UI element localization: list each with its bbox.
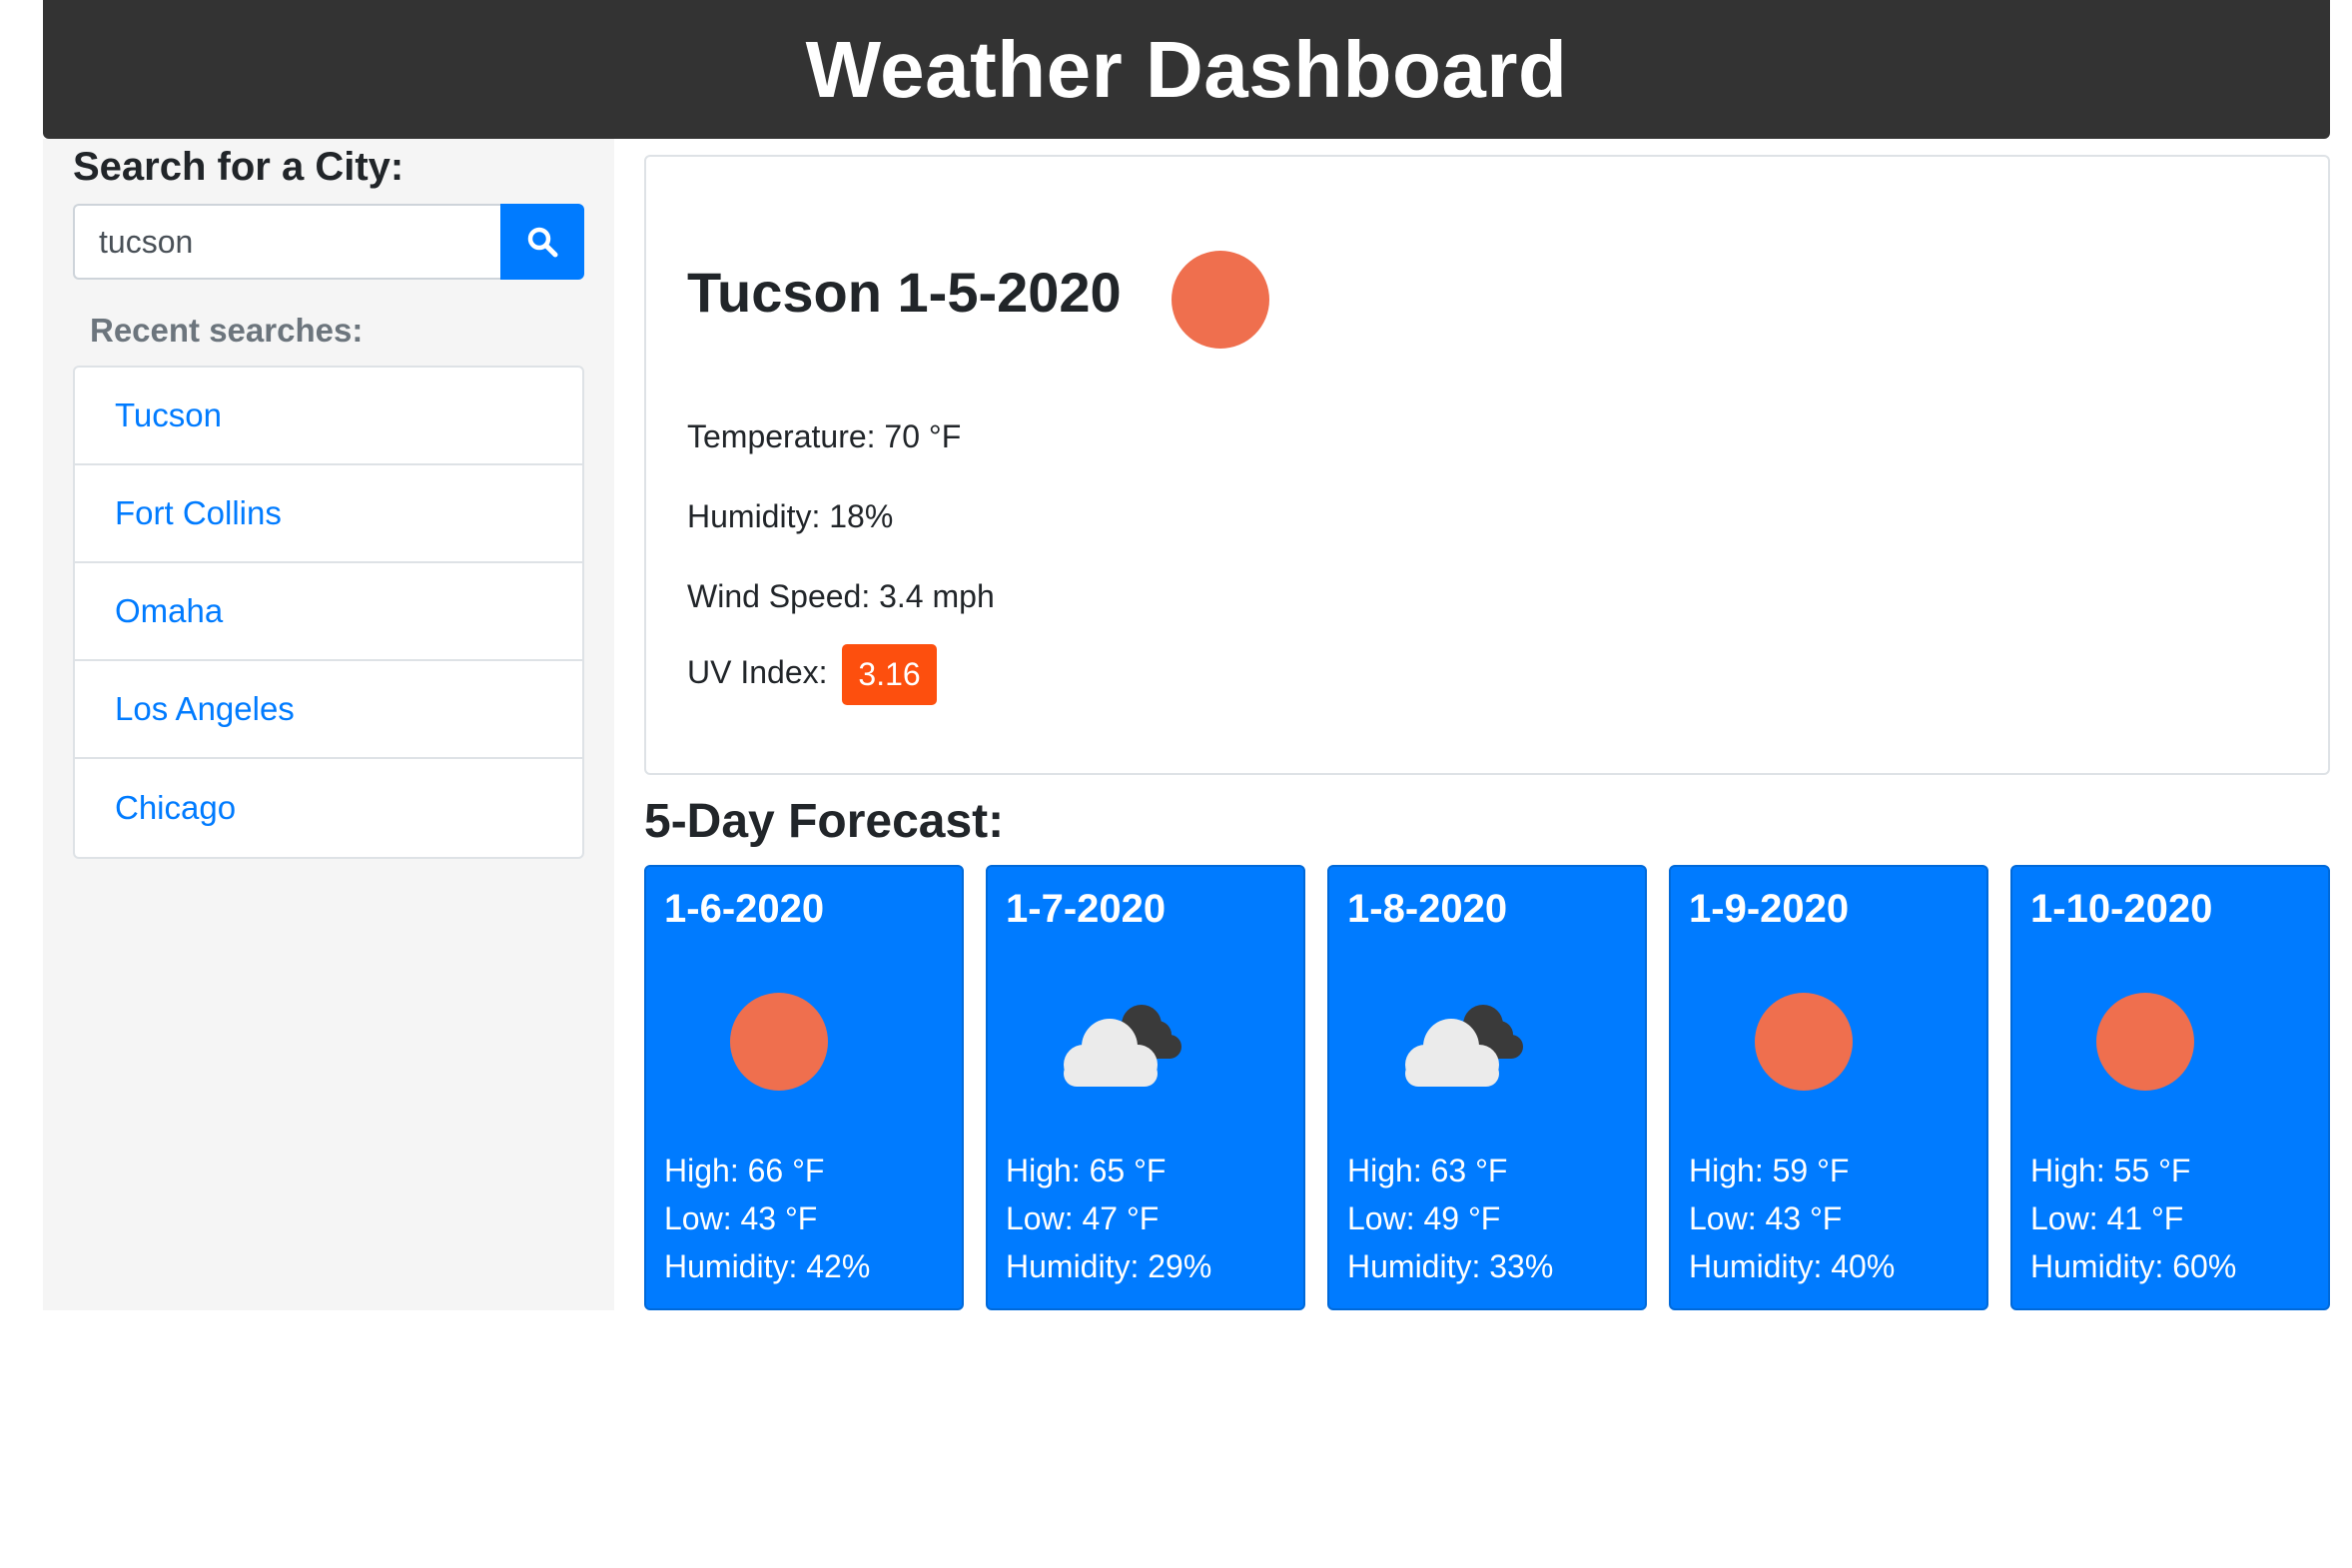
forecast-low: Low: 43 °F <box>1689 1200 1843 1236</box>
forecast-low: Low: 41 °F <box>2030 1200 2184 1236</box>
forecast-high: High: 63 °F <box>1347 1153 1508 1188</box>
forecast-date: 1-8-2020 <box>1347 887 1508 931</box>
sun-icon <box>730 993 828 1091</box>
forecast-humidity: Humidity: 40% <box>1689 1248 1896 1284</box>
forecast-humidity: Humidity: 60% <box>2030 1248 2237 1284</box>
forecast-card: 1-8-2020 High: 63 °F Low: 49 °F Humidity… <box>1327 865 1647 1310</box>
forecast-card: 1-10-2020 High: 55 °F Low: 41 °F Humidit… <box>2010 865 2330 1310</box>
forecast-humidity: Humidity: 33% <box>1347 1248 1554 1284</box>
forecast-row: 1-6-2020 High: 66 °F Low: 43 °F Humidity… <box>644 865 2330 1310</box>
recent-item-fort-collins[interactable]: Fort Collins <box>75 465 582 563</box>
search-title: Search for a City: <box>73 145 404 189</box>
search-row <box>73 204 584 280</box>
recent-item-tucson[interactable]: Tucson <box>75 368 582 465</box>
recent-item-los-angeles[interactable]: Los Angeles <box>75 661 582 759</box>
forecast-low: Low: 43 °F <box>664 1200 818 1236</box>
recent-item-omaha[interactable]: Omaha <box>75 563 582 661</box>
city-search-input[interactable] <box>73 204 500 280</box>
uv-index-badge: 3.16 <box>842 644 937 705</box>
forecast-card: 1-9-2020 High: 59 °F Low: 43 °F Humidity… <box>1669 865 1988 1310</box>
sun-icon <box>1172 251 1269 349</box>
uv-label: UV Index: <box>687 653 828 690</box>
current-uv-row: UV Index: 3.16 <box>687 644 937 705</box>
recent-item-chicago[interactable]: Chicago <box>75 759 582 857</box>
page-header: Weather Dashboard <box>43 0 2330 139</box>
forecast-date: 1-7-2020 <box>1006 887 1167 931</box>
clouds-icon <box>1405 1005 1523 1087</box>
search-button[interactable] <box>500 204 584 280</box>
recent-searches-title: Recent searches: <box>90 312 364 349</box>
current-weather-card: Tucson 1-5-2020 Temperature: 70 °F Humid… <box>644 155 2330 775</box>
forecast-date: 1-10-2020 <box>2030 887 2213 931</box>
current-city-date: Tucson 1-5-2020 <box>687 261 1122 324</box>
current-humidity: Humidity: 18% <box>687 498 894 534</box>
forecast-high: High: 65 °F <box>1006 1153 1167 1188</box>
forecast-date: 1-9-2020 <box>1689 887 1850 931</box>
forecast-low: Low: 47 °F <box>1006 1200 1160 1236</box>
forecast-low: Low: 49 °F <box>1347 1200 1501 1236</box>
forecast-title: 5-Day Forecast: <box>644 795 1005 848</box>
forecast-card: 1-7-2020 High: 65 °F Low: 47 °F Humidity… <box>986 865 1305 1310</box>
forecast-high: High: 66 °F <box>664 1153 825 1188</box>
forecast-high: High: 59 °F <box>1689 1153 1850 1188</box>
current-wind-speed: Wind Speed: 3.4 mph <box>687 578 995 614</box>
sun-icon <box>2096 993 2194 1091</box>
page-title: Weather Dashboard <box>805 24 1568 114</box>
forecast-humidity: Humidity: 42% <box>664 1248 871 1284</box>
sidebar: Search for a City: Recent searches: Tucs… <box>43 139 614 1310</box>
current-temperature: Temperature: 70 °F <box>687 418 962 454</box>
recent-searches-list: Tucson Fort Collins Omaha Los Angeles Ch… <box>73 366 584 859</box>
forecast-humidity: Humidity: 29% <box>1006 1248 1212 1284</box>
forecast-date: 1-6-2020 <box>664 887 825 931</box>
sun-icon <box>1755 993 1853 1091</box>
search-icon <box>527 227 558 258</box>
forecast-high: High: 55 °F <box>2030 1153 2191 1188</box>
clouds-icon <box>1064 1005 1181 1087</box>
forecast-card: 1-6-2020 High: 66 °F Low: 43 °F Humidity… <box>644 865 964 1310</box>
